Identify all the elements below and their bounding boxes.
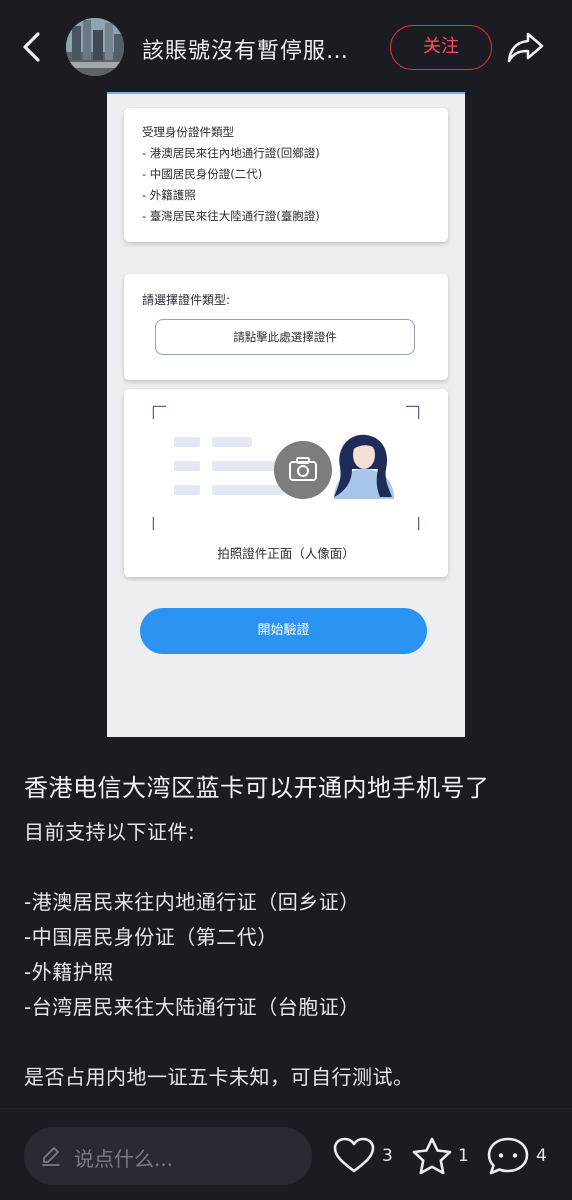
comment-placeholder: 说点什么... xyxy=(74,1147,174,1171)
comment-count: 4 xyxy=(536,1146,547,1166)
post-line: -港澳居民来往内地通行证（回乡证） xyxy=(24,890,360,914)
collect-count: 1 xyxy=(458,1146,469,1166)
id-types-card: 受理身份證件類型 - 港澳居民來往內地通行證(回鄉證) - 中國居民身份證(二代… xyxy=(124,108,448,242)
select-id-prompt: 請選擇證件類型: xyxy=(142,293,231,307)
select-id-button[interactable]: 請點擊此處選擇證件 xyxy=(155,319,415,355)
like-button[interactable]: 3 xyxy=(332,1136,396,1176)
pencil-icon xyxy=(42,1147,60,1166)
post-line-blank xyxy=(24,1026,554,1061)
post-line: 目前支持以下证件: xyxy=(24,820,196,844)
id-photo-placeholder[interactable] xyxy=(154,407,418,531)
like-count: 3 xyxy=(382,1146,393,1166)
id-type-item: - 中國居民身份證(二代) xyxy=(142,167,263,181)
id-types-title: 受理身份證件類型 xyxy=(142,125,234,139)
follow-button[interactable]: 关注 xyxy=(390,25,492,70)
share-icon[interactable] xyxy=(506,30,546,64)
select-id-card: 請選擇證件類型: 請點擊此處選擇證件 xyxy=(124,274,448,380)
start-verification-button[interactable]: 開始驗證 xyxy=(140,608,427,654)
bottom-divider xyxy=(0,1108,572,1109)
post-line: -外籍护照 xyxy=(24,960,114,984)
avatar-image xyxy=(66,18,124,76)
post-line: -台湾居民来往大陆通行证（台胞证） xyxy=(24,995,360,1019)
star-icon xyxy=(412,1137,452,1175)
id-type-item: - 臺灣居民來往大陸通行證(臺胞證) xyxy=(142,209,320,223)
post-image[interactable]: 受理身份證件類型 - 港澳居民來往內地通行證(回鄉證) - 中國居民身份證(二代… xyxy=(107,92,465,737)
post-line: -中国居民身份证（第二代） xyxy=(24,925,278,949)
post-line: 是否占用内地一证五卡未知，可自行测试。 xyxy=(24,1065,414,1089)
comment-button[interactable]: 4 xyxy=(486,1136,556,1176)
photo-capture-card: 拍照證件正面（人像面） xyxy=(124,389,448,577)
image-top-border xyxy=(107,92,465,94)
back-icon[interactable] xyxy=(18,30,46,64)
comment-icon xyxy=(487,1137,529,1175)
top-bar: 該賬號沒有暫停服… 关注 xyxy=(0,0,572,92)
photo-caption: 拍照證件正面（人像面） xyxy=(217,546,355,561)
post-line-blank xyxy=(24,851,554,886)
camera-icon[interactable] xyxy=(274,441,332,499)
comment-input[interactable]: 说点什么... xyxy=(24,1127,312,1185)
post-body: 目前支持以下证件: -港澳居民来往内地通行证（回乡证） -中国居民身份证（第二代… xyxy=(24,816,554,1096)
id-type-item: - 外籍護照 xyxy=(142,188,196,202)
post-title: 香港电信大湾区蓝卡可以开通内地手机号了 xyxy=(24,774,490,802)
id-type-item: - 港澳居民來往內地通行證(回鄉證) xyxy=(142,146,320,160)
author-name[interactable]: 該賬號沒有暫停服… xyxy=(142,33,374,65)
heart-icon xyxy=(333,1137,375,1173)
avatar[interactable] xyxy=(66,18,124,76)
collect-button[interactable]: 1 xyxy=(410,1136,474,1176)
